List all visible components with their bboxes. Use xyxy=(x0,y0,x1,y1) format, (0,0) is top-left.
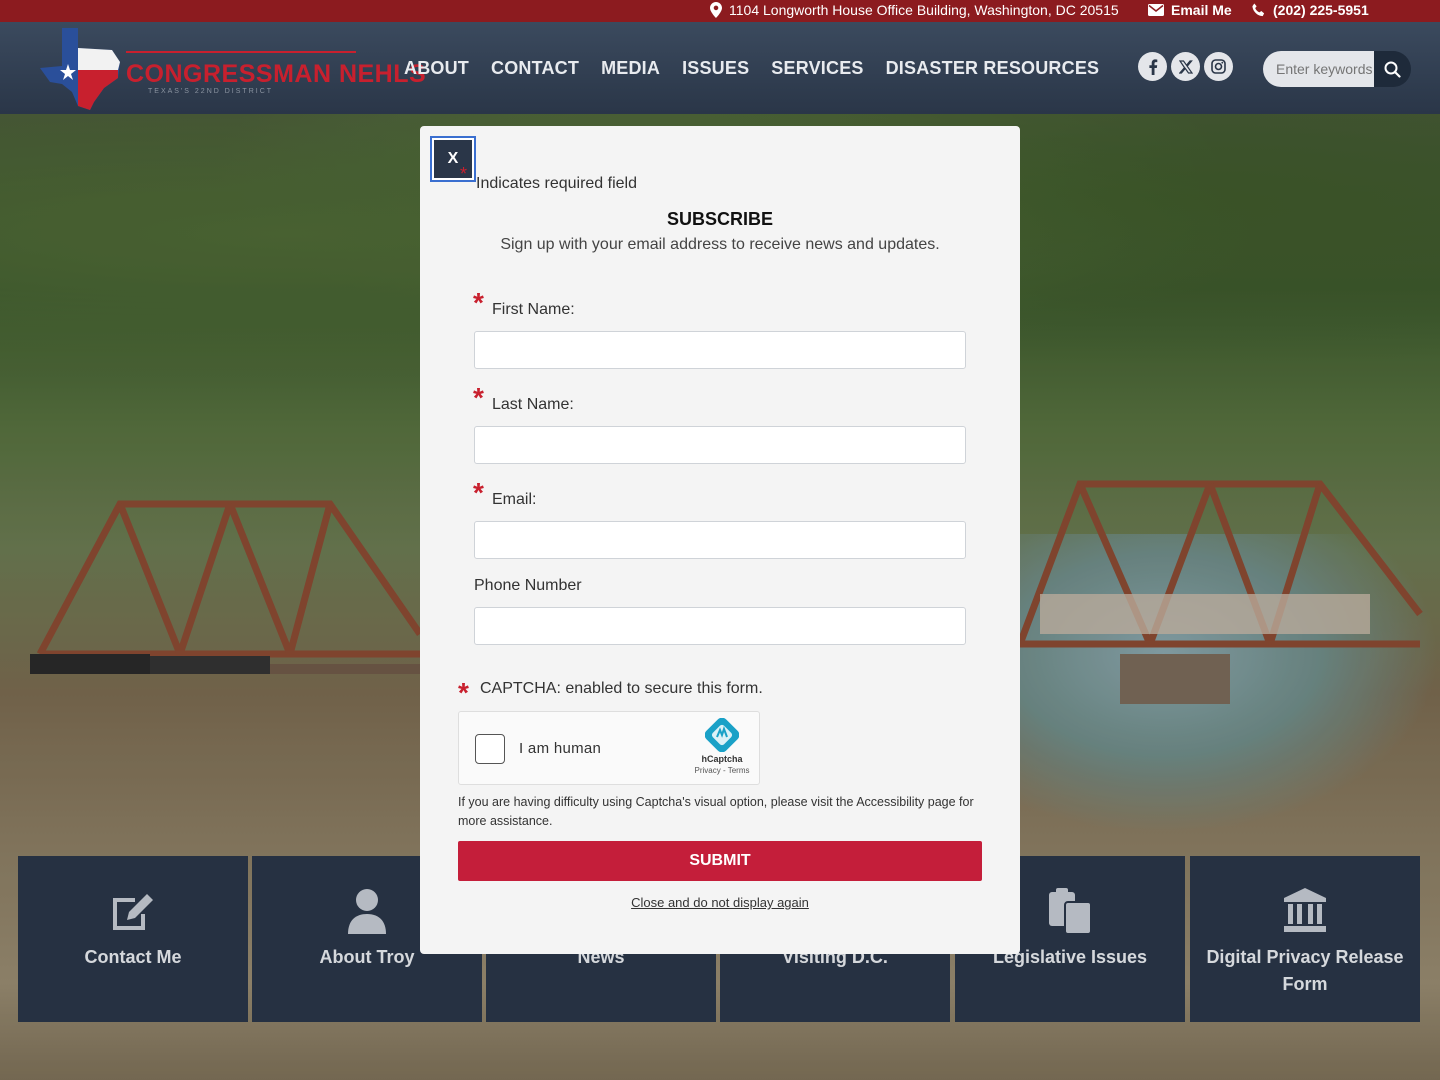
required-star: * xyxy=(460,164,468,184)
hcaptcha-icon xyxy=(704,717,740,753)
nav-services[interactable]: SERVICES xyxy=(771,58,863,79)
captcha-checkbox[interactable] xyxy=(475,734,505,764)
last-name-label: Last Name: xyxy=(492,396,574,413)
site-logo[interactable]: CONGRESSMAN NEHLS TEXAS'S 22ND DISTRICT xyxy=(30,26,426,112)
captcha-help-text: If you are having difficulty using Captc… xyxy=(458,795,974,828)
address-item: 1104 Longworth House Office Building, Wa… xyxy=(710,2,1119,18)
nav-contact[interactable]: CONTACT xyxy=(491,58,579,79)
top-bar: 1104 Longworth House Office Building, Wa… xyxy=(0,0,1440,22)
search-input[interactable] xyxy=(1263,51,1375,87)
close-do-not-display-link[interactable]: Close and do not display again xyxy=(420,895,1020,910)
subscribe-modal: X * Indicates required field SUBSCRIBE S… xyxy=(420,126,1020,954)
nav-media[interactable]: MEDIA xyxy=(601,58,660,79)
captcha-checkbox-label: I am human xyxy=(519,740,602,757)
phone-number-field[interactable] xyxy=(474,607,966,645)
texas-flag-icon xyxy=(40,28,120,110)
modal-subtitle: Sign up with your email address to recei… xyxy=(500,236,940,253)
map-pin-icon xyxy=(710,2,722,18)
required-star: * xyxy=(458,677,469,708)
phone-link[interactable]: (202) 225-5951 xyxy=(1251,2,1369,18)
email-me-link[interactable]: Email Me xyxy=(1148,2,1232,18)
captcha-label: CAPTCHA: enabled to secure this form. xyxy=(480,680,763,697)
hcaptcha-privacy-terms[interactable]: Privacy - Terms xyxy=(689,766,755,775)
main-nav: ABOUT CONTACT MEDIA ISSUES SERVICES DISA… xyxy=(404,58,1099,79)
logo-rule xyxy=(126,51,356,53)
hcaptcha-widget: I am human hCaptcha Privacy - Terms xyxy=(458,711,760,785)
first-name-label: First Name: xyxy=(492,301,575,318)
first-name-field[interactable] xyxy=(474,331,966,369)
search-icon xyxy=(1384,61,1401,78)
hcaptcha-logo: hCaptcha Privacy - Terms xyxy=(689,717,755,780)
required-star: * xyxy=(473,477,484,508)
search-button[interactable] xyxy=(1374,51,1411,87)
phone-icon xyxy=(1252,2,1265,16)
x-icon[interactable] xyxy=(1171,52,1200,81)
phone-number: (202) 225-5951 xyxy=(1273,2,1369,18)
required-star: * xyxy=(473,287,484,318)
last-name-field[interactable] xyxy=(474,426,966,464)
email-field[interactable] xyxy=(474,521,966,559)
address-text: 1104 Longworth House Office Building, Wa… xyxy=(729,2,1119,18)
facebook-icon[interactable] xyxy=(1138,52,1167,81)
instagram-icon[interactable] xyxy=(1204,52,1233,81)
phone-number-label: Phone Number xyxy=(474,577,582,594)
envelope-icon xyxy=(1148,4,1164,16)
submit-button[interactable]: SUBMIT xyxy=(458,841,982,881)
nav-issues[interactable]: ISSUES xyxy=(682,58,749,79)
close-button[interactable]: X xyxy=(430,136,476,182)
email-me-label: Email Me xyxy=(1171,2,1232,18)
site-header: CONGRESSMAN NEHLS TEXAS'S 22ND DISTRICT … xyxy=(0,22,1440,114)
hcaptcha-brand: hCaptcha xyxy=(701,754,743,764)
required-field-note: Indicates required field xyxy=(476,175,637,192)
nav-disaster-resources[interactable]: DISASTER RESOURCES xyxy=(886,58,1100,79)
search-bar xyxy=(1263,51,1411,87)
logo-text: CONGRESSMAN NEHLS xyxy=(126,60,427,88)
modal-title: SUBSCRIBE xyxy=(666,209,773,229)
email-label: Email: xyxy=(492,491,537,508)
required-star: * xyxy=(473,382,484,413)
nav-about[interactable]: ABOUT xyxy=(404,58,469,79)
logo-subtext: TEXAS'S 22ND DISTRICT xyxy=(148,88,274,95)
